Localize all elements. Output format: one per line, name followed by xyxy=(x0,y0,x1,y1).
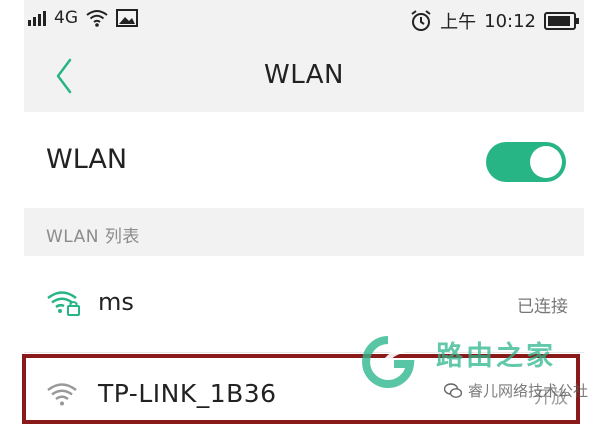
wifi-icon xyxy=(47,383,77,406)
wlan-toggle-label: WLAN xyxy=(46,144,128,175)
wlan-toggle-row: WLAN xyxy=(24,112,584,208)
wifi-locked-icon xyxy=(47,291,80,316)
network-name: ms xyxy=(98,288,134,316)
watermark-subtitle: 睿儿网络技术公社 xyxy=(468,382,589,400)
wlan-toggle-switch[interactable] xyxy=(486,142,566,182)
wechat-icon xyxy=(444,382,462,398)
status-right: 上午 10:12 xyxy=(410,8,579,34)
title-bar: WLAN xyxy=(24,40,584,112)
am-pm-label: 上午 xyxy=(440,12,477,33)
status-left: 4G xyxy=(28,8,138,28)
network-name: TP-LINK_1B36 xyxy=(98,379,277,408)
page-title: WLAN xyxy=(263,60,345,90)
status-bar: 4G 上午 10:12 xyxy=(24,0,584,40)
wlan-list-header: WLAN 列表 xyxy=(24,208,584,256)
toggle-knob xyxy=(530,146,562,178)
network-type: 4G xyxy=(54,8,78,28)
watermark-subtitle-row: 睿儿网络技术公社 xyxy=(444,380,588,401)
network-status: 已连接 xyxy=(517,297,568,317)
section-label: WLAN 列表 xyxy=(46,227,140,247)
signal-icon xyxy=(28,10,46,26)
watermark-title: 路由之家 xyxy=(436,341,556,372)
wifi-icon xyxy=(86,10,108,27)
battery-icon xyxy=(544,12,579,30)
watermark-logo-icon xyxy=(362,336,415,388)
image-icon xyxy=(116,9,138,27)
alarm-clock-icon xyxy=(411,10,431,31)
clock-time: 10:12 xyxy=(484,10,536,32)
